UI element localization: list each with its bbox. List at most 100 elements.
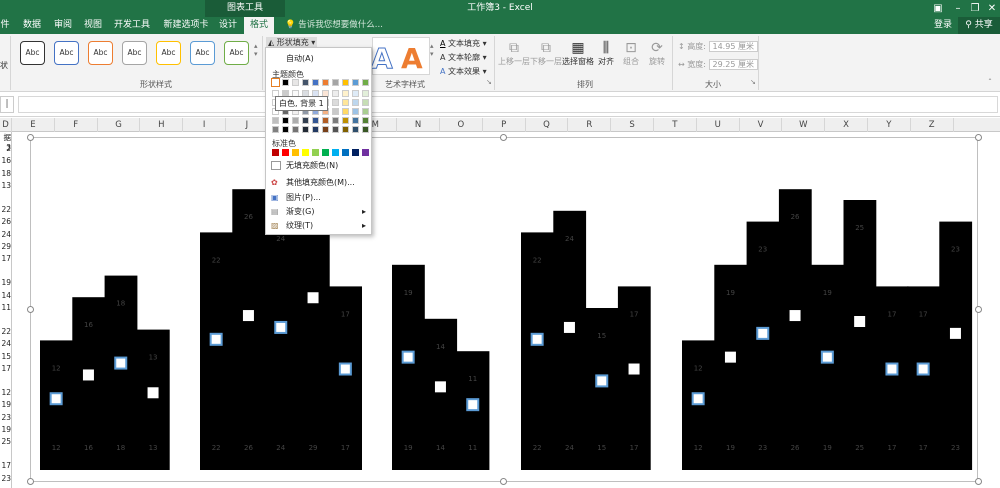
standard-color-swatch[interactable]: [322, 149, 329, 156]
column-header-O[interactable]: O: [440, 118, 483, 132]
bar-group[interactable]: 19 19 14 14 11 11: [392, 264, 490, 470]
menu-item-picture[interactable]: ▣ 图片(P)...: [266, 191, 371, 204]
tab-view[interactable]: 视图: [80, 17, 106, 34]
cell[interactable]: 13: [0, 181, 12, 190]
theme-color-swatch[interactable]: [362, 79, 369, 86]
tab-file[interactable]: 件: [0, 17, 10, 34]
gallery-scroll-icon[interactable]: ▴ ▾: [254, 42, 258, 58]
tab-developer[interactable]: 开发工具: [110, 17, 154, 34]
partial-left-label[interactable]: 状: [0, 60, 8, 71]
cell[interactable]: 16: [0, 156, 12, 165]
theme-color-swatch[interactable]: [322, 79, 329, 86]
cell[interactable]: 2: [0, 144, 12, 153]
column-header-S[interactable]: S: [611, 118, 654, 132]
theme-color-swatch[interactable]: [342, 126, 349, 133]
resize-handle[interactable]: [500, 478, 507, 485]
cell[interactable]: 22: [0, 327, 12, 336]
cell[interactable]: 25: [0, 437, 12, 446]
wordart-scroll-icon[interactable]: ▴ ▾: [430, 42, 434, 58]
cell[interactable]: 23: [0, 474, 12, 483]
cell[interactable]: 29: [0, 242, 12, 251]
column-header-V[interactable]: V: [740, 118, 783, 132]
resize-handle[interactable]: [975, 134, 982, 141]
column-header-I[interactable]: I: [183, 118, 226, 132]
fx-icon[interactable]: |: [0, 96, 14, 113]
data-point-marker[interactable]: [242, 310, 254, 322]
data-point-marker[interactable]: [949, 327, 961, 339]
data-point-marker[interactable]: [691, 392, 705, 406]
data-point-marker[interactable]: [466, 398, 480, 412]
menu-item-auto[interactable]: 自动(A): [266, 52, 371, 65]
column-header-J[interactable]: J: [226, 118, 269, 132]
menu-item-more-colors[interactable]: ✿ 其他填充颜色(M)...: [266, 176, 371, 189]
theme-color-swatch[interactable]: [332, 117, 339, 124]
theme-color-swatch[interactable]: [282, 126, 289, 133]
cell[interactable]: 17: [0, 254, 12, 263]
theme-color-swatch[interactable]: [352, 90, 359, 97]
column-header-X[interactable]: X: [825, 118, 868, 132]
standard-color-swatch[interactable]: [332, 149, 339, 156]
cell[interactable]: 19: [0, 425, 12, 434]
cell[interactable]: 17: [0, 364, 12, 373]
theme-color-swatch[interactable]: [312, 117, 319, 124]
resize-handle[interactable]: [500, 134, 507, 141]
data-point-marker[interactable]: [854, 316, 866, 327]
data-point-marker[interactable]: [756, 326, 770, 340]
data-point-marker[interactable]: [916, 362, 930, 376]
theme-color-swatch[interactable]: [332, 126, 339, 133]
column-header-N[interactable]: N: [397, 118, 440, 132]
column-header-R[interactable]: R: [568, 118, 612, 132]
data-point-marker[interactable]: [274, 320, 288, 334]
formula-input[interactable]: [18, 96, 998, 113]
standard-color-swatch[interactable]: [292, 149, 299, 156]
bar[interactable]: [521, 232, 554, 470]
theme-color-swatch[interactable]: [362, 90, 369, 97]
theme-color-swatch[interactable]: [342, 108, 349, 115]
bar[interactable]: [264, 210, 298, 471]
data-point-marker[interactable]: [434, 381, 446, 393]
theme-color-swatch[interactable]: [292, 126, 299, 133]
standard-color-swatch[interactable]: [302, 149, 309, 156]
shape-style-1[interactable]: Abc: [20, 41, 45, 65]
theme-color-swatch[interactable]: [292, 79, 299, 86]
theme-color-swatch[interactable]: [271, 78, 280, 87]
bar[interactable]: [843, 200, 877, 470]
column-header-Z[interactable]: Z: [911, 118, 954, 132]
theme-color-swatch[interactable]: [332, 90, 339, 97]
theme-color-swatch[interactable]: [352, 126, 359, 133]
menu-item-texture[interactable]: ▨ 纹理(T) ▸: [266, 219, 371, 232]
data-point-marker[interactable]: [820, 350, 834, 364]
share-button[interactable]: ⚲ 共享: [958, 17, 1000, 34]
column-header-P[interactable]: P: [483, 118, 526, 132]
data-point-marker[interactable]: [401, 350, 415, 364]
resize-handle[interactable]: [975, 306, 982, 313]
bar-group[interactable]: 12 12 16 16 18 18 13 13: [40, 275, 170, 470]
bar-group[interactable]: 17 17 23 23: [907, 221, 973, 470]
collapse-ribbon-icon[interactable]: ˆ: [988, 78, 992, 87]
column-header-E[interactable]: E: [12, 118, 55, 132]
data-point-marker[interactable]: [563, 321, 575, 333]
width-input[interactable]: 29.25 厘米: [708, 59, 758, 70]
column-header-W[interactable]: W: [782, 118, 826, 132]
cell[interactable]: 19: [0, 278, 12, 287]
data-point-marker[interactable]: [789, 310, 801, 322]
theme-color-swatch[interactable]: [272, 117, 279, 124]
cell[interactable]: 19: [0, 400, 12, 409]
cell[interactable]: 11: [0, 303, 12, 312]
theme-color-swatch[interactable]: [352, 117, 359, 124]
resize-handle[interactable]: [975, 478, 982, 485]
column-header-Y[interactable]: Y: [868, 118, 911, 132]
wordart-sample-1[interactable]: A: [371, 42, 394, 76]
data-point-marker[interactable]: [338, 362, 352, 376]
data-point-marker[interactable]: [82, 369, 94, 381]
cell[interactable]: 22: [0, 205, 12, 214]
column-header-D[interactable]: D: [0, 118, 12, 132]
column-header-T[interactable]: T: [654, 118, 697, 132]
cell[interactable]: 15: [0, 352, 12, 361]
send-backward-button[interactable]: ⧉ 下移一层: [530, 40, 562, 67]
shape-style-4[interactable]: Abc: [122, 41, 147, 65]
data-point-marker[interactable]: [724, 351, 736, 363]
cell[interactable]: 17: [0, 461, 12, 470]
close-icon[interactable]: ✕: [982, 0, 1000, 17]
rotate-button[interactable]: ⟳ 旋转: [646, 40, 668, 67]
